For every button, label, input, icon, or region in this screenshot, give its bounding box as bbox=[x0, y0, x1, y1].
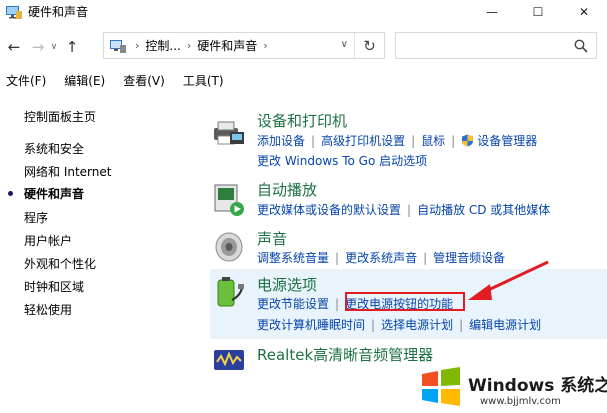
sidebar-item-ease-of-access[interactable]: 轻松使用 bbox=[24, 301, 72, 318]
sidebar-item-appearance[interactable]: 外观和个性化 bbox=[24, 255, 96, 272]
menu-bar: 文件(F) 编辑(E) 查看(V) 工具(T) bbox=[0, 70, 236, 90]
sidebar-item-system-security[interactable]: 系统和安全 bbox=[24, 140, 84, 157]
breadcrumb-separator-icon: › bbox=[263, 39, 268, 52]
change-media-defaults-link[interactable]: 更改媒体或设备的默认设置 bbox=[257, 203, 401, 217]
sidebar-item-user-accounts[interactable]: 用户帐户 bbox=[24, 232, 72, 249]
add-device-link[interactable]: 添加设备 bbox=[257, 134, 305, 148]
navigation-bar: ← → ∨ ↑ › 控制... › 硬件和声音 › ∨ ↻ bbox=[0, 30, 607, 64]
windows-to-go-link[interactable]: 更改 Windows To Go 启动选项 bbox=[257, 154, 427, 168]
watermark: Windows 系统之家 www.bjjmlv.com bbox=[416, 362, 607, 412]
breadcrumb-hardware-sound[interactable]: 硬件和声音 bbox=[197, 37, 257, 54]
change-sleep-time-link[interactable]: 更改计算机睡眠时间 bbox=[257, 318, 365, 332]
autoplay-cd-link[interactable]: 自动播放 CD 或其他媒体 bbox=[417, 203, 550, 217]
close-button[interactable]: ✕ bbox=[561, 0, 607, 23]
search-input[interactable] bbox=[395, 32, 597, 59]
speaker-icon bbox=[215, 232, 243, 262]
devices-printers-title[interactable]: 设备和打印机 bbox=[257, 110, 347, 131]
adjust-volume-link[interactable]: 调整系统音量 bbox=[257, 251, 329, 265]
annotation-highlight-box bbox=[345, 292, 465, 311]
choose-power-plan-link[interactable]: 选择电源计划 bbox=[381, 318, 453, 332]
address-bar[interactable]: › 控制... › 硬件和声音 › ∨ ↻ bbox=[103, 32, 385, 59]
active-bullet-icon bbox=[8, 191, 13, 196]
control-panel-icon bbox=[6, 5, 22, 19]
breadcrumb-separator-icon: › bbox=[135, 39, 140, 52]
control-panel-icon bbox=[107, 36, 129, 56]
sidebar-item-clock-region[interactable]: 时钟和区域 bbox=[24, 278, 84, 295]
sidebar-item-programs[interactable]: 程序 bbox=[24, 209, 48, 226]
sidebar-item-home[interactable]: 控制面板主页 bbox=[24, 108, 96, 125]
search-icon[interactable] bbox=[574, 39, 588, 53]
back-arrow-icon[interactable]: ← bbox=[4, 35, 24, 59]
realtek-audio-icon bbox=[214, 350, 244, 370]
printer-icon bbox=[214, 121, 244, 145]
breadcrumb-separator-icon: › bbox=[186, 39, 192, 52]
watermark-url: www.bjjmlv.com bbox=[480, 396, 561, 407]
menu-tools[interactable]: 工具(T) bbox=[183, 72, 224, 89]
windows-logo-icon bbox=[422, 367, 460, 406]
breadcrumb-control-panel[interactable]: 控制... bbox=[145, 37, 180, 54]
edit-power-plan-link[interactable]: 编辑电源计划 bbox=[469, 318, 541, 332]
sound-title[interactable]: 声音 bbox=[257, 228, 287, 249]
watermark-brand: Windows 系统之家 bbox=[468, 376, 607, 396]
refresh-icon[interactable]: ↻ bbox=[354, 33, 384, 58]
annotation-arrow-icon bbox=[468, 260, 549, 300]
battery-plug-icon bbox=[217, 277, 244, 307]
shield-icon bbox=[462, 134, 474, 147]
realtek-title[interactable]: Realtek高清晰音频管理器 bbox=[257, 344, 433, 365]
device-manager-link[interactable]: 设备管理器 bbox=[477, 134, 537, 148]
mouse-link[interactable]: 鼠标 bbox=[421, 134, 445, 148]
address-dropdown-chevron-icon[interactable]: ∨ bbox=[341, 39, 348, 50]
advanced-printer-settings-link[interactable]: 高级打印机设置 bbox=[321, 134, 405, 148]
window-title: 硬件和声音 bbox=[28, 5, 89, 19]
power-options-title[interactable]: 电源选项 bbox=[257, 274, 317, 295]
menu-view[interactable]: 查看(V) bbox=[123, 72, 165, 89]
recent-locations-chevron-icon[interactable]: ∨ bbox=[48, 35, 60, 59]
maximize-button[interactable]: ☐ bbox=[515, 0, 561, 23]
title-bar: 硬件和声音 — ☐ ✕ bbox=[0, 0, 607, 23]
menu-edit[interactable]: 编辑(E) bbox=[64, 72, 105, 89]
up-arrow-icon[interactable]: ↑ bbox=[62, 35, 82, 59]
sidebar-item-network[interactable]: 网络和 Internet bbox=[24, 163, 111, 180]
minimize-button[interactable]: — bbox=[469, 0, 515, 23]
change-system-sounds-link[interactable]: 更改系统声音 bbox=[345, 251, 417, 265]
autoplay-title[interactable]: 自动播放 bbox=[257, 179, 317, 200]
forward-arrow-icon[interactable]: → bbox=[28, 35, 48, 59]
autoplay-icon bbox=[214, 184, 244, 216]
menu-file[interactable]: 文件(F) bbox=[6, 72, 46, 89]
sidebar-item-hardware-sound[interactable]: 硬件和声音 bbox=[24, 185, 84, 202]
change-power-saving-link[interactable]: 更改节能设置 bbox=[257, 297, 329, 311]
